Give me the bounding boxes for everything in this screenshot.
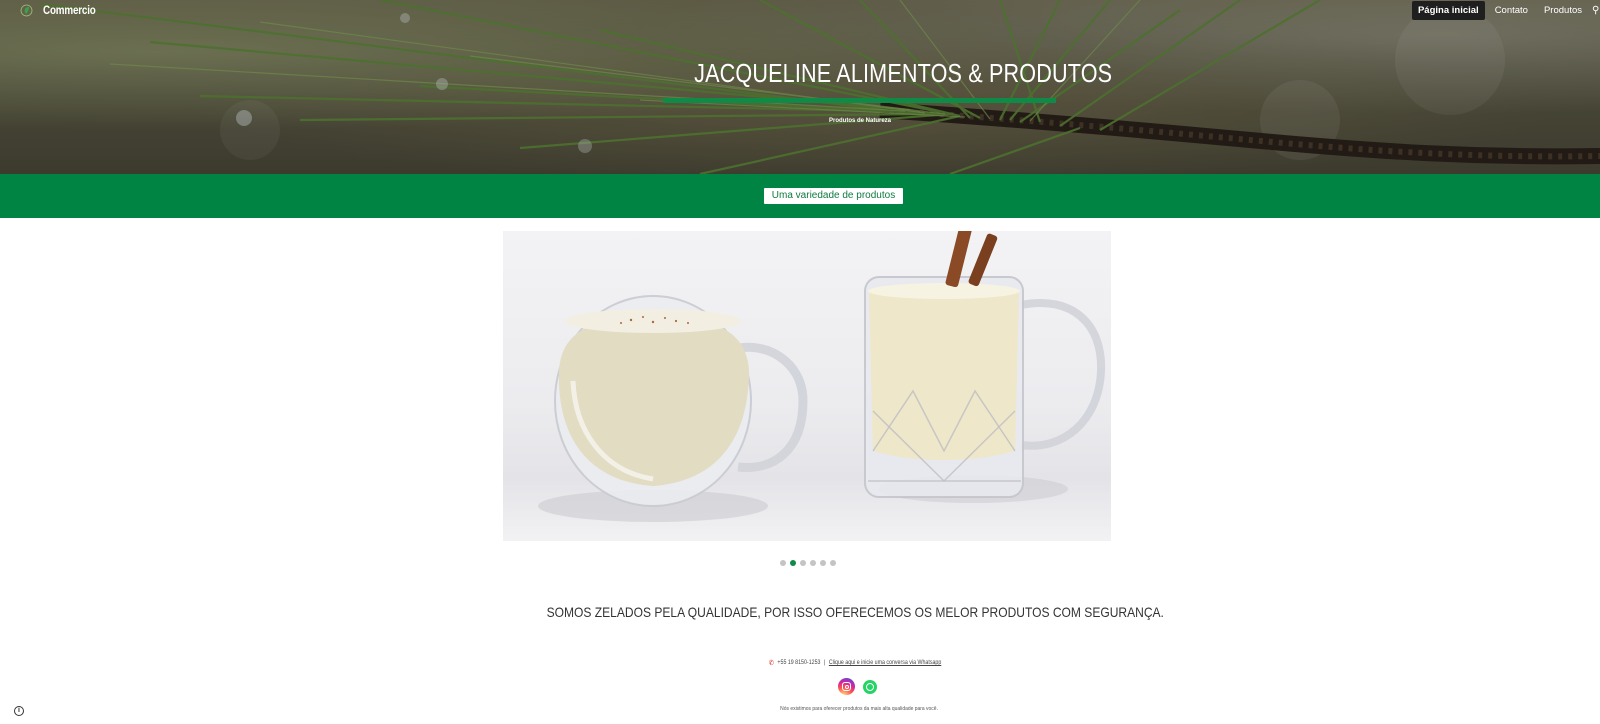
title-underline (663, 98, 1056, 103)
info-icon[interactable]: i (14, 706, 24, 716)
hero-banner: Commercio Página inicial Contato Produto… (0, 0, 1600, 174)
social-links (838, 678, 877, 695)
contact-line: ✆ +55 19 8150-1253 | Clique aqui e inici… (736, 659, 974, 667)
site-brand[interactable]: Commercio (20, 3, 107, 17)
carousel-dot[interactable] (820, 560, 826, 566)
nav-item-home[interactable]: Página inicial (1411, 1, 1485, 20)
carousel-dot[interactable] (780, 560, 786, 566)
top-navigation: Página inicial Contato Produtos ⚲ (1411, 1, 1600, 20)
carousel-dot[interactable] (810, 560, 816, 566)
carousel-indicators (780, 560, 836, 566)
footer-note: Nós existimos para oferecer produtos da … (780, 706, 938, 712)
nav-item-contact[interactable]: Contato (1489, 1, 1534, 20)
leaf-logo-icon (20, 4, 33, 17)
phone-number[interactable]: +55 19 8150-1253 (777, 660, 820, 666)
search-icon[interactable]: ⚲ (1592, 3, 1600, 19)
whatsapp-icon[interactable] (863, 680, 877, 694)
page-subtitle: Produtos de Natureza (828, 118, 891, 124)
nav-item-products[interactable]: Produtos (1538, 1, 1588, 20)
separator: | (823, 660, 826, 666)
carousel-dot-active[interactable] (790, 560, 796, 566)
variety-products-button[interactable]: Uma variedade de produtos (764, 188, 903, 204)
whatsapp-chat-link[interactable]: Clique aqui e inicie uma conversa via Wh… (829, 660, 941, 666)
carousel-dot[interactable] (830, 560, 836, 566)
image-carousel[interactable] (503, 231, 1111, 541)
carousel-slide-image (538, 231, 1106, 522)
carousel-dot[interactable] (800, 560, 806, 566)
quality-tagline: SOMOS ZELADOS PELA QUALIDADE, POR ISSO O… (546, 604, 1164, 620)
instagram-icon[interactable] (838, 678, 855, 695)
page-title: JACQUELINE ALIMENTOS & PRODUTOS (694, 58, 1113, 88)
phone-icon: ✆ (768, 660, 774, 667)
site-name: Commercio (43, 3, 96, 17)
